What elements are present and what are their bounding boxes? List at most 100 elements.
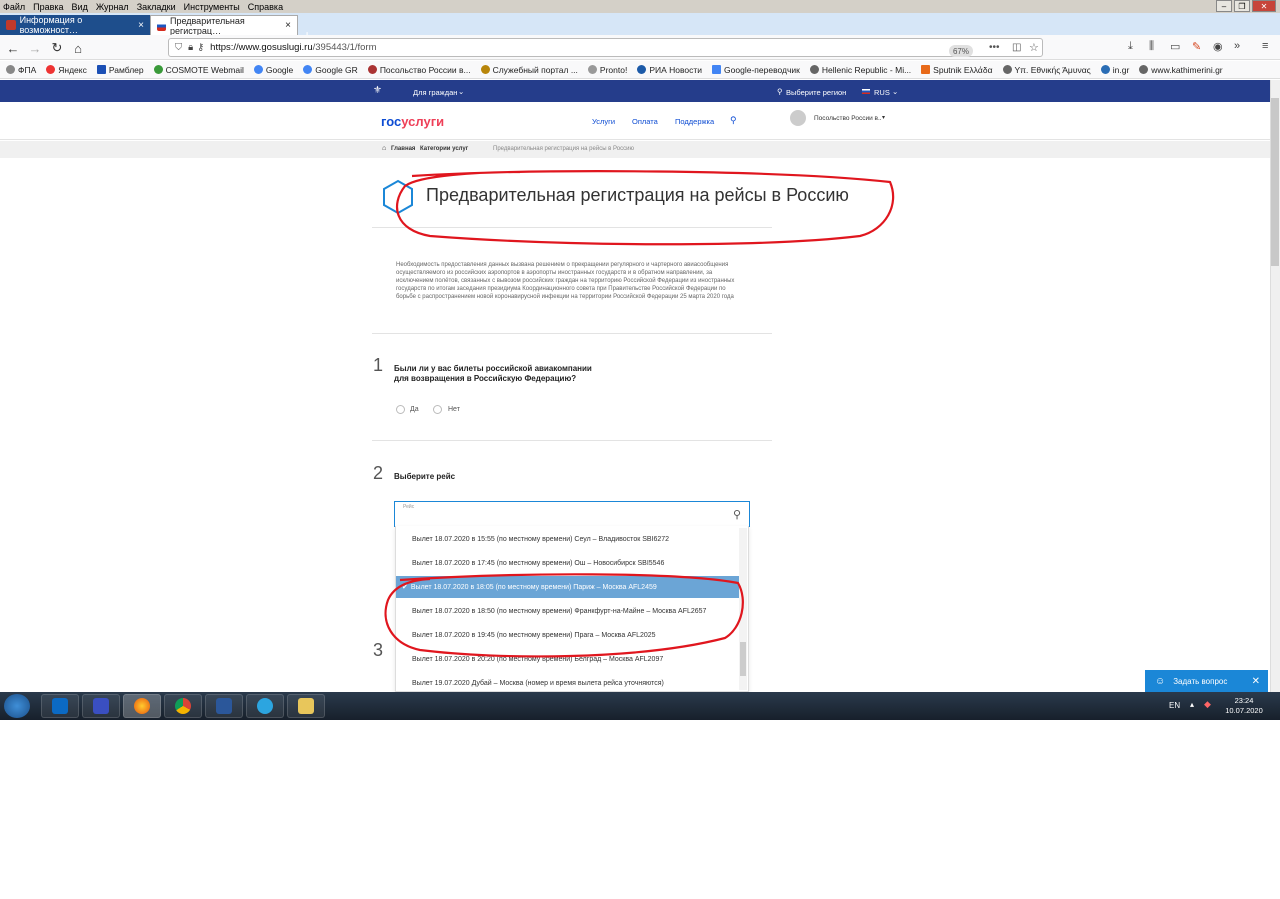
chrome-app[interactable]: [164, 694, 202, 718]
bookmark-item[interactable]: ФПА: [6, 65, 36, 75]
flight-option-selected[interactable]: ✔ Вылет 18.07.2020 в 18:05 (по местному в…: [396, 576, 739, 598]
menu-history[interactable]: Журнал: [96, 2, 129, 12]
gosuslugi-logo[interactable]: госуслуги: [381, 114, 444, 129]
bookmark-item[interactable]: Яндекс: [46, 65, 87, 75]
radio-yes-label[interactable]: Да: [410, 406, 419, 413]
telegram-app[interactable]: [246, 694, 284, 718]
maximize-icon[interactable]: ❐: [1234, 0, 1250, 12]
word-app[interactable]: [205, 694, 243, 718]
language-selector[interactable]: RUS: [874, 88, 890, 97]
firefox-app[interactable]: [123, 694, 161, 718]
ask-question-button[interactable]: ☺ Задать вопрос ✕: [1145, 670, 1268, 692]
nav-services[interactable]: Услуги: [592, 117, 615, 126]
menu-file[interactable]: Файл: [3, 2, 25, 12]
bookmark-icon: [96, 65, 106, 74]
flight-option[interactable]: Вылет 18.07.2020 в 17:45 (по местному вр…: [396, 552, 739, 574]
bookmark-icon: [480, 65, 490, 74]
bookmark-item[interactable]: COSMOTE Webmail: [153, 65, 244, 75]
breadcrumb-categories[interactable]: Категории услуг: [420, 146, 468, 152]
flight-option[interactable]: Вылет 18.07.2020 в 15:55 (по местному вр…: [396, 528, 739, 550]
search-icon[interactable]: ⚲: [730, 115, 737, 126]
outlook-app[interactable]: [41, 694, 79, 718]
question-text: Были ли у вас билеты российской авиакомп…: [394, 364, 592, 383]
tab-registration[interactable]: Предварительная регистрац… ×: [150, 15, 298, 36]
radio-no[interactable]: [433, 405, 442, 414]
bookmark-item[interactable]: Посольство России в...: [367, 65, 471, 75]
overflow-icon[interactable]: »: [1234, 40, 1240, 52]
minimize-icon[interactable]: –: [1216, 0, 1232, 12]
pocket-icon[interactable]: ◫: [1012, 42, 1021, 53]
address-bar[interactable]: ⛉ 🔒︎ ⚷ https://www.gosuslugi.ru/395443/1…: [168, 38, 1043, 57]
bookmark-item[interactable]: Hellenic Republic - Mi...: [809, 65, 911, 75]
breadcrumb-home[interactable]: Главная: [391, 146, 415, 152]
lock-icon: 🔒︎: [188, 42, 194, 53]
close-tab-icon[interactable]: ×: [138, 20, 144, 31]
bookmark-item[interactable]: Google: [253, 65, 293, 75]
flight-dropdown-list[interactable]: Вылет 18.07.2020 в 15:55 (по местному вр…: [395, 526, 749, 692]
menu-help[interactable]: Справка: [248, 2, 283, 12]
bookmark-item[interactable]: in.gr: [1100, 65, 1129, 75]
russia-flag-icon: [862, 89, 870, 94]
tray-expand-icon[interactable]: ▴: [1190, 700, 1194, 709]
network-icon[interactable]: ◆: [1204, 699, 1211, 710]
bookmark-item[interactable]: Sputnik Ελλάδα: [921, 65, 993, 75]
search-icon[interactable]: ⚲: [733, 508, 741, 521]
tab-bar: Информация о возможност… × Предварительн…: [0, 13, 1280, 43]
menu-view[interactable]: Вид: [72, 2, 88, 12]
library-icon[interactable]: ⫼: [1149, 40, 1154, 53]
forward-icon[interactable]: →: [26, 39, 44, 57]
menu-tools[interactable]: Инструменты: [184, 2, 240, 12]
bookmark-item[interactable]: Pronto!: [587, 65, 627, 75]
home-icon[interactable]: ⌂: [69, 39, 87, 57]
chevron-down-icon: ⌄: [892, 87, 899, 96]
account-icon[interactable]: ◉: [1213, 40, 1223, 53]
keyboard-language[interactable]: EN: [1169, 701, 1180, 710]
download-icon[interactable]: ⤓: [1128, 40, 1133, 53]
bookmark-item[interactable]: Служебный портал ...: [480, 65, 578, 75]
star-icon[interactable]: ☆: [1029, 41, 1039, 54]
radio-no-label[interactable]: Нет: [448, 406, 460, 413]
tab-info[interactable]: Информация о возможност… ×: [0, 15, 150, 35]
start-button[interactable]: [4, 694, 30, 718]
flight-option[interactable]: Вылет 18.07.2020 в 20:20 (по местному вр…: [396, 648, 739, 670]
menu-edit[interactable]: Правка: [33, 2, 63, 12]
flight-search-input[interactable]: Рейс ⚲: [394, 501, 750, 527]
flight-option[interactable]: Вылет 18.07.2020 в 19:45 (по местному вр…: [396, 624, 739, 646]
user-name[interactable]: Посольство России в..: [814, 115, 882, 122]
radio-yes[interactable]: [396, 405, 405, 414]
avatar[interactable]: [790, 110, 806, 126]
explorer-app[interactable]: [287, 694, 325, 718]
region-selector[interactable]: Выберите регион: [786, 88, 846, 97]
blank-area: [0, 720, 1280, 899]
close-tab-icon[interactable]: ×: [285, 20, 291, 31]
bookmark-item[interactable]: Google-переводчик: [712, 65, 800, 75]
nav-payment[interactable]: Оплата: [632, 117, 658, 126]
nav-support[interactable]: Поддержка: [675, 117, 714, 126]
bookmark-item[interactable]: Google GR: [303, 65, 358, 75]
bookmark-item[interactable]: Υπ. Εθνικής Άμυνας: [1002, 65, 1091, 75]
bookmark-item[interactable]: РИА Новости: [637, 65, 702, 75]
clock[interactable]: 23:24 10.07.2020: [1222, 696, 1266, 716]
telegram-icon: [257, 698, 273, 714]
reload-icon[interactable]: ↻: [48, 39, 66, 57]
dropdown-scroll-thumb[interactable]: [740, 642, 746, 676]
menu-icon[interactable]: ≡: [1262, 40, 1268, 52]
flight-option[interactable]: Вылет 19.07.2020 Дубай – Москва (номер и…: [396, 672, 739, 692]
bookmark-item[interactable]: www.kathimerini.gr: [1139, 65, 1223, 75]
window-controls: – ❐ ✕: [1216, 0, 1276, 12]
sidebar-icon[interactable]: ▭: [1170, 40, 1180, 53]
menu-bookmarks[interactable]: Закладки: [137, 2, 176, 12]
zoom-level-badge[interactable]: 67%: [949, 45, 973, 57]
close-icon[interactable]: ✕: [1252, 676, 1260, 687]
bookmark-item[interactable]: Рамблер: [96, 65, 144, 75]
close-icon[interactable]: ✕: [1252, 0, 1276, 12]
flight-option[interactable]: Вылет 18.07.2020 в 18:50 (по местному вр…: [396, 600, 739, 622]
for-citizens-dropdown[interactable]: Для граждан: [413, 88, 457, 97]
tab-label: Предварительная регистрац…: [169, 15, 245, 36]
save-app[interactable]: [82, 694, 120, 718]
back-icon[interactable]: ←: [4, 39, 22, 57]
extension-icon[interactable]: ✎: [1192, 40, 1201, 53]
page-scroll-thumb[interactable]: [1271, 98, 1279, 266]
bookmarks-bar: ФПА Яндекс Рамблер COSMOTE Webmail Googl…: [0, 61, 1280, 79]
more-icon[interactable]: •••: [989, 42, 1000, 53]
